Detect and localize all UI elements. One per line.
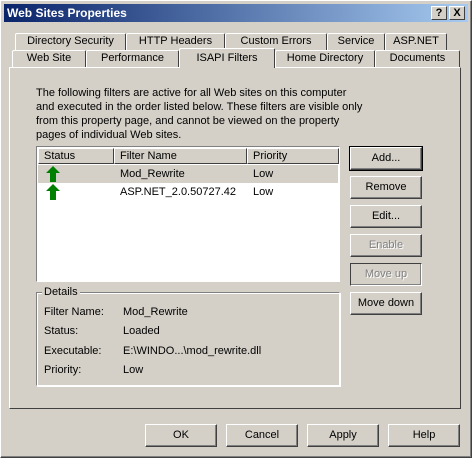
green-up-arrow-icon	[46, 184, 60, 200]
tab-performance[interactable]: Performance	[86, 50, 179, 67]
ok-button[interactable]: OK	[145, 424, 217, 447]
tab-documents[interactable]: Documents	[375, 50, 460, 67]
enable-button[interactable]: Enable	[350, 234, 422, 257]
filter-name-cell: Mod_Rewrite	[120, 168, 185, 180]
column-filter-name[interactable]: Filter Name	[114, 148, 247, 164]
title-bar: Web Sites Properties ? X	[4, 4, 468, 22]
list-row-mod-rewrite[interactable]: Mod_Rewrite Low	[38, 165, 338, 183]
executable-label: Executable:	[44, 345, 102, 357]
help-button[interactable]: Help	[388, 424, 460, 447]
description-text: The following filters are active for all…	[36, 87, 363, 141]
filter-name-label: Filter Name:	[44, 306, 104, 318]
priority-label: Priority:	[44, 364, 82, 376]
tab-isapi-filters[interactable]: ISAPI Filters	[179, 48, 275, 68]
column-priority[interactable]: Priority	[247, 148, 339, 164]
priority-cell: Low	[253, 186, 274, 198]
add-button[interactable]: Add...	[349, 146, 423, 171]
list-header: Status Filter Name Priority	[38, 148, 339, 164]
cancel-button[interactable]: Cancel	[226, 424, 298, 447]
close-icon[interactable]: X	[449, 6, 465, 20]
tab-service[interactable]: Service	[327, 33, 385, 50]
filter-name-value: Mod_Rewrite	[123, 306, 188, 318]
column-status[interactable]: Status	[38, 148, 114, 164]
green-up-arrow-icon	[46, 166, 60, 182]
filter-list[interactable]: Status Filter Name Priority Mod_Rewrite …	[36, 146, 340, 282]
move-up-button[interactable]: Move up	[350, 263, 422, 286]
priority-value: Low	[123, 364, 144, 376]
tab-asp-net[interactable]: ASP.NET	[385, 33, 447, 50]
executable-value: E:\WINDO...\mod_rewrite.dll	[123, 345, 262, 357]
remove-button[interactable]: Remove	[350, 176, 422, 199]
tab-web-site[interactable]: Web Site	[12, 50, 86, 67]
apply-button[interactable]: Apply	[307, 424, 379, 447]
status-label: Status:	[44, 325, 79, 337]
tab-home-directory[interactable]: Home Directory	[275, 50, 375, 67]
priority-cell: Low	[253, 168, 274, 180]
move-down-button[interactable]: Move down	[350, 292, 422, 315]
help-icon[interactable]: ?	[431, 6, 447, 20]
edit-button[interactable]: Edit...	[350, 205, 422, 228]
filter-name-cell: ASP.NET_2.0.50727.42	[120, 186, 236, 198]
window-title: Web Sites Properties	[7, 6, 127, 20]
tab-directory-security[interactable]: Directory Security	[15, 33, 126, 50]
status-value: Loaded	[123, 325, 160, 337]
details-title: Details	[42, 286, 80, 298]
list-row-aspnet[interactable]: ASP.NET_2.0.50727.42 Low	[38, 183, 338, 201]
